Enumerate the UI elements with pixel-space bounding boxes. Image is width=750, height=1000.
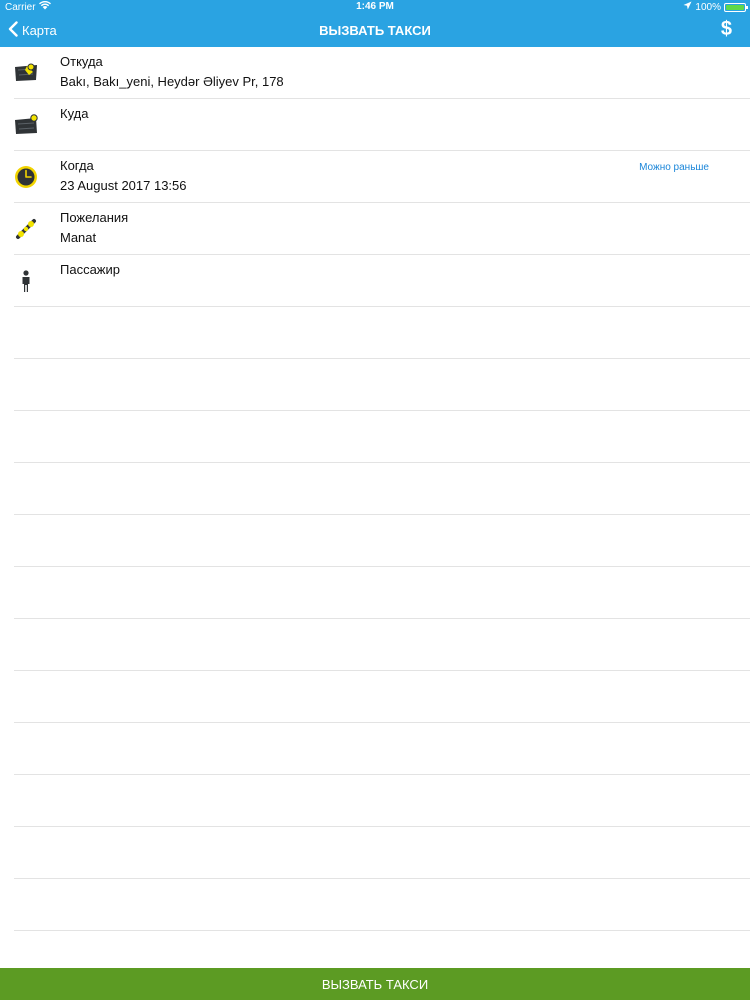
field-from[interactable]: Откуда Bakı, Bakı_yeni, Heydər Əliyev Pr… <box>14 47 750 99</box>
clock-icon <box>14 165 38 189</box>
field-wishes[interactable]: Пожелания Manat <box>14 203 750 255</box>
field-when-value: 23 August 2017 13:56 <box>60 178 187 193</box>
field-wishes-value: Manat <box>60 230 97 245</box>
status-time: 1:46 PM <box>356 1 394 12</box>
empty-row <box>14 619 750 671</box>
page-title: ВЫЗВАТЬ ТАКСИ <box>319 23 431 38</box>
nav-bar: Карта ВЫЗВАТЬ ТАКСИ $ <box>0 14 750 47</box>
empty-row <box>14 307 750 359</box>
empty-row <box>14 463 750 515</box>
empty-row <box>14 827 750 879</box>
location-arrow-icon <box>683 1 692 13</box>
field-to-label: Куда <box>60 106 89 121</box>
empty-row <box>14 879 750 931</box>
field-from-label: Откуда <box>60 54 103 69</box>
status-bar: Carrier 1:46 PM 100% <box>0 0 750 14</box>
field-passenger[interactable]: Пассажир <box>14 255 750 307</box>
order-form-list: Откуда Bakı, Bakı_yeni, Heydər Əliyev Pr… <box>0 47 750 983</box>
status-right: 100% <box>683 1 748 13</box>
field-wishes-label: Пожелания <box>60 210 129 225</box>
battery-percent: 100% <box>695 1 721 13</box>
field-when[interactable]: Когда 23 August 2017 13:56 Можно раньше <box>14 151 750 203</box>
battery-icon <box>724 2 748 12</box>
field-when-label: Когда <box>60 158 94 173</box>
field-to[interactable]: Куда <box>14 99 750 151</box>
map-pin-to-icon <box>14 113 38 137</box>
map-pin-from-icon <box>14 61 38 85</box>
empty-row <box>14 671 750 723</box>
empty-row <box>14 775 750 827</box>
empty-row <box>14 567 750 619</box>
header-bar: Carrier 1:46 PM 100% Карта ВЫЗВАТЬ ТАКСИ… <box>0 0 750 47</box>
empty-row <box>14 723 750 775</box>
call-taxi-button[interactable]: ВЫЗВАТЬ ТАКСИ <box>0 968 750 1000</box>
empty-rows <box>0 307 750 983</box>
empty-row <box>14 411 750 463</box>
empty-row <box>14 359 750 411</box>
field-passenger-label: Пассажир <box>60 262 120 277</box>
empty-row <box>14 515 750 567</box>
earlier-link[interactable]: Можно раньше <box>639 162 709 173</box>
passenger-icon <box>14 269 38 293</box>
field-from-value: Bakı, Bakı_yeni, Heydər Əliyev Pr, 178 <box>60 74 284 89</box>
wishes-icon <box>14 217 38 241</box>
dollar-icon[interactable]: $ <box>721 18 732 41</box>
